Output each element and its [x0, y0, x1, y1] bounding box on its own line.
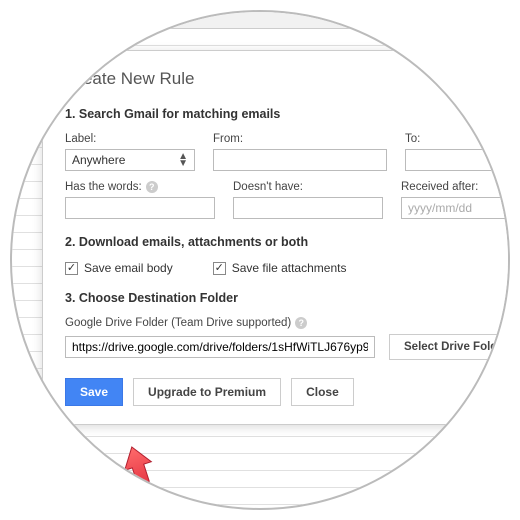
from-input[interactable]	[213, 149, 387, 171]
save-email-body-label: Save email body	[84, 261, 173, 275]
select-caret-icon: ▲▼	[178, 153, 188, 167]
folder-label: Google Drive Folder (Team Drive supporte…	[65, 317, 510, 329]
received-after-input[interactable]	[401, 197, 510, 219]
save-button[interactable]: Save	[65, 378, 123, 406]
label-select[interactable]: Anywhere ▲▼	[65, 149, 195, 171]
select-drive-folder-button[interactable]: Select Drive Folder	[389, 334, 510, 360]
to-label: To:	[405, 133, 510, 145]
haswords-input[interactable]	[65, 197, 215, 219]
button-row: Save Upgrade to Premium Close You	[65, 378, 510, 406]
upgrade-button[interactable]: Upgrade to Premium	[133, 378, 281, 406]
section2-heading: 2. Download emails, attachments or both	[65, 235, 510, 249]
help-icon[interactable]: ?	[295, 317, 307, 329]
drive-folder-input[interactable]	[65, 336, 375, 358]
label-field-label: Label:	[65, 133, 195, 145]
section-download: 2. Download emails, attachments or both …	[65, 235, 510, 275]
label-select-value: Anywhere	[72, 153, 125, 167]
from-label: From:	[213, 133, 387, 145]
nothave-label: Doesn't have:	[233, 181, 383, 193]
panel-title: Create New Rule	[65, 69, 510, 89]
close-button[interactable]: Close	[291, 378, 354, 406]
haswords-label: Has the words: ?	[65, 181, 215, 193]
received-after-label: Received after:	[401, 181, 510, 193]
section1-heading: 1. Search Gmail for matching emails	[65, 107, 510, 121]
to-input[interactable]	[405, 149, 510, 171]
circle-frame: Create New Rule 1. Search Gmail for matc…	[10, 10, 510, 510]
section3-heading: 3. Choose Destination Folder	[65, 291, 510, 305]
section-search: 1. Search Gmail for matching emails Labe…	[65, 107, 510, 219]
checkbox-icon: ✓	[65, 262, 78, 275]
save-attachments-checkbox[interactable]: ✓ Save file attachments	[213, 261, 347, 275]
help-icon[interactable]: ?	[146, 181, 158, 193]
create-rule-panel: Create New Rule 1. Search Gmail for matc…	[42, 50, 510, 425]
save-email-body-checkbox[interactable]: ✓ Save email body	[65, 261, 173, 275]
save-attachments-label: Save file attachments	[232, 261, 347, 275]
section-destination: 3. Choose Destination Folder Google Driv…	[65, 291, 510, 360]
nothave-input[interactable]	[233, 197, 383, 219]
checkbox-icon: ✓	[213, 262, 226, 275]
